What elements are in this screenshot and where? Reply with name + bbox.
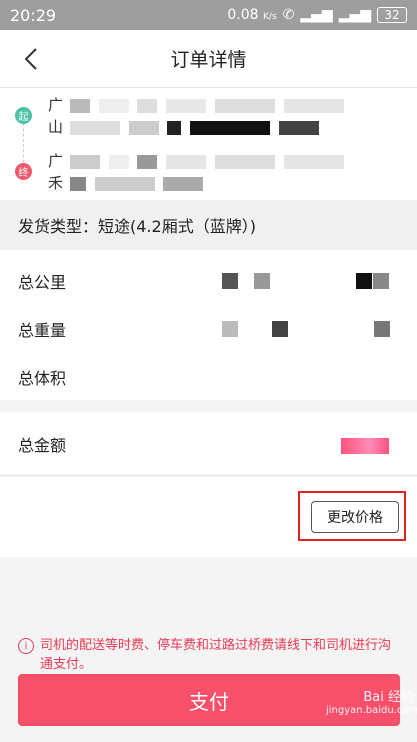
- route-card: 起 终 广 山 广 禾: [0, 88, 417, 200]
- redacted-block: [283, 154, 344, 169]
- order-info: 总公里 总重量 总体积: [0, 250, 417, 400]
- redacted-block: [166, 154, 207, 169]
- redacted-block: [222, 273, 238, 289]
- weight-label: 总重量: [18, 321, 67, 340]
- total-amount-label: 总金额: [18, 436, 67, 455]
- redacted-block: [166, 98, 207, 113]
- signal-icon-2: ▂▄▆: [338, 7, 371, 23]
- info-icon: i: [18, 638, 34, 654]
- redacted-block: [374, 321, 390, 337]
- page-title: 订单详情: [170, 49, 247, 71]
- redacted-block: [167, 120, 182, 135]
- redacted-block: [69, 98, 90, 113]
- start-marker: 起: [15, 107, 32, 124]
- header: 订单详情: [0, 30, 417, 88]
- weight-row: 总重量: [18, 314, 398, 344]
- redacted-block: [69, 176, 86, 191]
- change-price-area: 更改价格: [0, 477, 417, 557]
- total-amount-row: 总金额: [0, 412, 417, 476]
- distance-label: 总公里: [18, 273, 67, 292]
- redacted-block: [356, 273, 372, 289]
- route-divider: [23, 118, 24, 168]
- fee-notice: i 司机的配送等时费、停车费和过路过桥费请线下和司机进行沟通支付。: [18, 636, 403, 674]
- watermark: Bai 经验 jingyan.baidu.com: [326, 690, 417, 716]
- redacted-block: [137, 154, 158, 169]
- start-address: 广 山: [48, 94, 393, 138]
- redacted-block: [108, 154, 129, 169]
- distance-row: 总公里: [18, 266, 398, 296]
- redacted-block: [373, 273, 389, 289]
- redacted-block: [137, 98, 158, 113]
- status-time: 20:29: [10, 5, 57, 25]
- volume-row: 总体积: [18, 362, 398, 392]
- battery-icon: 32: [377, 7, 407, 23]
- redacted-block: [254, 273, 270, 289]
- volume-label: 总体积: [18, 369, 67, 388]
- redacted-block: [272, 321, 288, 337]
- end-address: 广 禾: [48, 150, 393, 194]
- redacted-block: [214, 98, 275, 113]
- redacted-block: [128, 120, 159, 135]
- redacted-block: [214, 154, 275, 169]
- signal-icon: ▂▄▆: [300, 7, 333, 23]
- change-price-button[interactable]: 更改价格: [311, 501, 399, 533]
- redacted-block: [94, 176, 155, 191]
- redacted-block: [98, 98, 129, 113]
- redacted-block: [69, 154, 100, 169]
- redacted-block: [222, 321, 238, 337]
- back-button[interactable]: [14, 42, 48, 76]
- status-bar: 20:29 0.08 K/s ✆ ▂▄▆ ▂▄▆ 32: [0, 0, 417, 30]
- redacted-block: [190, 120, 271, 135]
- redacted-block: [163, 176, 204, 191]
- status-icons: 0.08 K/s ✆ ▂▄▆ ▂▄▆ 32: [227, 7, 407, 23]
- network-speed: 0.08 K/s: [227, 7, 277, 23]
- shipping-type: 发货类型：短途(4.2厢式（蓝牌）): [0, 200, 417, 250]
- fee-notice-text: 司机的配送等时费、停车费和过路过桥费请线下和司机进行沟通支付。: [40, 638, 392, 672]
- chevron-left-icon: [24, 48, 37, 70]
- redacted-block: [278, 120, 319, 135]
- redacted-block: [69, 120, 120, 135]
- redacted-block: [283, 98, 344, 113]
- end-marker: 终: [15, 163, 32, 180]
- phone-icon: ✆: [282, 7, 295, 23]
- redacted-amount: [341, 438, 389, 454]
